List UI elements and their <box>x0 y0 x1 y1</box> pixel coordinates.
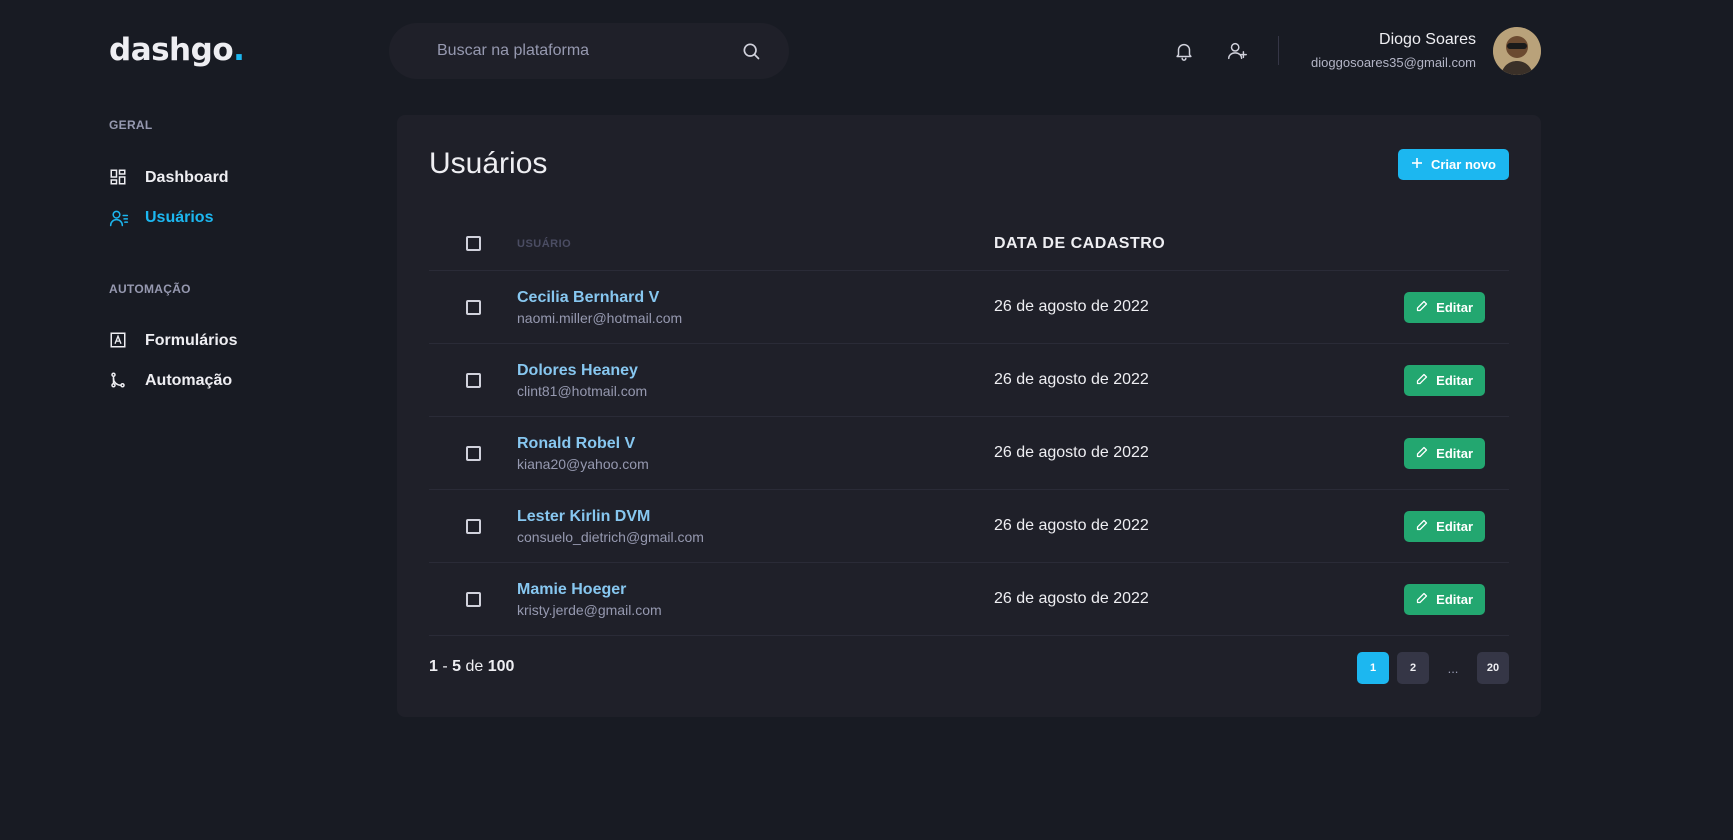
header-data-cadastro: DATA DE CADASTRO <box>994 234 1166 252</box>
row-checkbox[interactable] <box>465 445 481 461</box>
pagination: 1 2 ... 20 <box>1357 652 1509 684</box>
search-icon[interactable] <box>741 41 761 61</box>
users-card: Usuários Criar novo USUÁRIO DATA DE CADA… <box>397 115 1541 717</box>
page-button-1[interactable]: 1 <box>1357 652 1389 684</box>
range-from: 1 <box>429 658 438 675</box>
table-row: Mamie Hoeger kristy.jerde@gmail.com 26 d… <box>429 563 1509 636</box>
edit-label: Editar <box>1436 372 1473 388</box>
edit-button[interactable]: Editar <box>1404 364 1485 396</box>
edit-button[interactable]: Editar <box>1404 510 1485 542</box>
create-new-label: Criar novo <box>1430 157 1496 172</box>
table-row: Cecilia Bernhard V naomi.miller@hotmail.… <box>429 271 1509 344</box>
pencil-icon <box>1416 300 1428 315</box>
create-new-button[interactable]: Criar novo <box>1397 149 1509 180</box>
edit-label: Editar <box>1436 299 1473 315</box>
user-email: consuelo_dietrich@gmail.com <box>517 528 704 545</box>
dashboard-icon <box>109 168 129 188</box>
logo-text: dashgo <box>109 32 234 68</box>
profile-email: dioggosoares35@gmail.com <box>1311 55 1476 70</box>
form-icon <box>109 331 129 351</box>
table-row: Ronald Robel V kiana20@yahoo.com 26 de a… <box>429 417 1509 490</box>
sidebar-item-dashboard[interactable]: Dashboard <box>109 168 229 188</box>
page-button-2[interactable]: 2 <box>1397 652 1429 684</box>
sidebar-item-label: Usuários <box>145 209 214 226</box>
sidebar-item-automacao[interactable]: Automação <box>109 371 232 391</box>
search-bar[interactable] <box>389 23 789 79</box>
user-email: kiana20@yahoo.com <box>517 455 649 472</box>
registration-date: 26 de agosto de 2022 <box>994 444 1149 461</box>
row-checkbox[interactable] <box>465 299 481 315</box>
page-button-20[interactable]: 20 <box>1477 652 1509 684</box>
profile-name: Diogo Soares <box>1379 31 1476 48</box>
pagination-ellipsis: ... <box>1447 660 1459 676</box>
table-row: Lester Kirlin DVM consuelo_dietrich@gmai… <box>429 490 1509 563</box>
sidebar-item-usuarios[interactable]: Usuários <box>109 208 213 228</box>
edit-button[interactable]: Editar <box>1404 291 1485 323</box>
sidebar-item-label: Automação <box>145 372 233 389</box>
pencil-icon <box>1416 519 1428 534</box>
edit-button[interactable]: Editar <box>1404 437 1485 469</box>
row-checkbox[interactable] <box>465 518 481 534</box>
avatar[interactable] <box>1493 27 1541 75</box>
pencil-icon <box>1416 446 1428 461</box>
git-branch-icon <box>109 371 129 391</box>
registration-date: 26 de agosto de 2022 <box>994 590 1149 607</box>
logo-dot: . <box>233 32 245 68</box>
sidebar-section-automacao: AUTOMAÇÃO <box>109 282 191 296</box>
header-divider <box>1278 36 1279 65</box>
pencil-icon <box>1416 373 1428 388</box>
pencil-icon <box>1416 592 1428 607</box>
row-checkbox[interactable] <box>465 372 481 388</box>
user-name[interactable]: Dolores Heaney <box>517 362 994 380</box>
notification-bell-icon[interactable] <box>1173 40 1195 62</box>
app-logo[interactable]: dashgo. <box>109 32 245 68</box>
sidebar-section-geral: GERAL <box>109 118 153 132</box>
user-email: naomi.miller@hotmail.com <box>517 309 683 326</box>
edit-label: Editar <box>1436 445 1473 461</box>
edit-label: Editar <box>1436 591 1473 607</box>
user-email: kristy.jerde@gmail.com <box>517 601 662 618</box>
edit-button[interactable]: Editar <box>1404 583 1485 615</box>
user-email: clint81@hotmail.com <box>517 382 648 399</box>
registration-date: 26 de agosto de 2022 <box>994 517 1149 534</box>
add-user-icon[interactable] <box>1226 40 1248 62</box>
sidebar-item-label: Dashboard <box>145 169 229 186</box>
select-all-checkbox[interactable] <box>465 236 481 251</box>
user-name[interactable]: Lester Kirlin DVM <box>517 508 994 526</box>
user-name[interactable]: Ronald Robel V <box>517 435 994 453</box>
users-table: USUÁRIO DATA DE CADASTRO Cecilia Bernhar… <box>429 217 1509 636</box>
plus-icon <box>1411 157 1423 172</box>
search-input[interactable] <box>437 42 741 60</box>
registration-date: 26 de agosto de 2022 <box>994 371 1149 388</box>
edit-label: Editar <box>1436 518 1473 534</box>
user-name[interactable]: Cecilia Bernhard V <box>517 289 994 307</box>
user-name[interactable]: Mamie Hoeger <box>517 581 994 599</box>
sidebar-item-label: Formulários <box>145 332 238 349</box>
range-separator: - <box>442 658 448 675</box>
range-of-label: de <box>465 658 484 675</box>
header-usuario: USUÁRIO <box>517 237 572 250</box>
page-title: Usuários <box>429 147 548 180</box>
table-header: USUÁRIO DATA DE CADASTRO <box>429 217 1509 271</box>
pagination-info: 1 - 5 de 100 <box>429 658 514 676</box>
registration-date: 26 de agosto de 2022 <box>994 298 1149 315</box>
sidebar-item-formularios[interactable]: Formulários <box>109 331 237 351</box>
range-to: 5 <box>452 658 462 675</box>
row-checkbox[interactable] <box>465 591 481 607</box>
users-icon <box>109 208 129 228</box>
range-total: 100 <box>487 658 515 675</box>
table-row: Dolores Heaney clint81@hotmail.com 26 de… <box>429 344 1509 417</box>
